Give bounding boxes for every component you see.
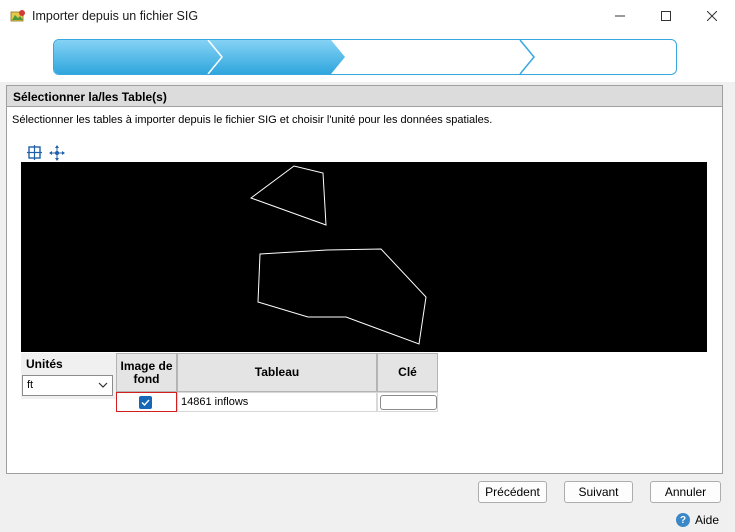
previous-button[interactable]: Précédent — [478, 481, 547, 503]
pan-icon[interactable] — [49, 145, 65, 161]
units-panel: Unités ft — [21, 353, 116, 399]
column-header-key: Clé — [377, 353, 438, 392]
next-button[interactable]: Suivant — [564, 481, 633, 503]
column-header-table: Tableau — [177, 353, 377, 392]
column-header-image: Image de fond — [116, 353, 177, 392]
table-name: 14861 inflows — [181, 396, 249, 408]
map-polygons — [249, 165, 427, 345]
background-image-checkbox[interactable] — [139, 396, 152, 409]
help-label: Aide — [695, 513, 720, 527]
section-header: Sélectionner la/les Table(s) — [6, 85, 723, 107]
units-label: Unités — [26, 357, 63, 371]
wizard-step-chevrons — [207, 40, 535, 74]
units-value: ft — [27, 379, 34, 391]
table-row-name-cell[interactable]: 14861 inflows — [177, 392, 377, 412]
window-title: Importer depuis un fichier SIG — [32, 9, 199, 23]
section-title: Sélectionner la/les Table(s) — [13, 90, 167, 104]
wizard-progress — [53, 39, 677, 75]
map-polygon-large — [257, 248, 427, 345]
close-button[interactable] — [689, 0, 735, 32]
help-link[interactable]: ? Aide — [676, 512, 719, 528]
zoom-extent-icon[interactable] — [27, 145, 43, 161]
table-row-key-cell — [377, 392, 438, 412]
help-icon: ? — [676, 513, 690, 527]
wizard-area — [0, 32, 735, 82]
close-icon — [707, 11, 717, 21]
units-dropdown[interactable]: ft — [22, 375, 113, 396]
checkmark-icon — [141, 399, 150, 407]
map-import-icon — [10, 10, 25, 22]
minimize-icon — [615, 15, 625, 17]
section-description: Sélectionner les tables à importer depui… — [12, 114, 493, 126]
key-input[interactable] — [380, 395, 437, 410]
map-polygon-small — [249, 165, 327, 226]
minimize-button[interactable] — [597, 0, 643, 32]
chevron-down-icon — [98, 382, 108, 388]
title-bar: Importer depuis un fichier SIG — [0, 0, 735, 32]
maximize-icon — [661, 11, 671, 21]
table-row-image-cell — [116, 392, 177, 412]
map-preview-canvas[interactable] — [21, 162, 707, 352]
cancel-button[interactable]: Annuler — [650, 481, 721, 503]
main-panel: Sélectionner les tables à importer depui… — [6, 107, 723, 474]
maximize-button[interactable] — [643, 0, 689, 32]
